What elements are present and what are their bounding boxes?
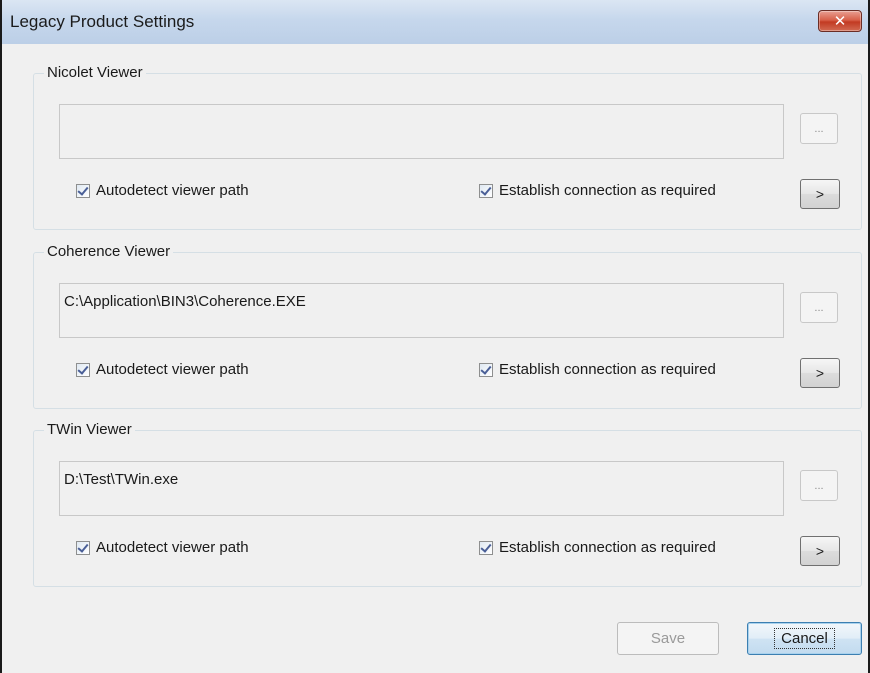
- establish-connection-label: Establish connection as required: [499, 539, 716, 556]
- checkbox-checked-icon[interactable]: [479, 362, 493, 377]
- establish-connection-checkbox[interactable]: Establish connection as required: [479, 539, 716, 556]
- viewer-path-field[interactable]: C:\Application\BIN3\Coherence.EXE: [59, 283, 784, 338]
- close-icon: ✕: [833, 13, 847, 30]
- cancel-button[interactable]: Cancel: [747, 622, 862, 655]
- browse-button[interactable]: ...: [800, 292, 838, 323]
- checkbox-checked-icon[interactable]: [76, 362, 90, 377]
- save-button[interactable]: Save: [617, 622, 719, 655]
- checkbox-checked-icon[interactable]: [479, 540, 493, 555]
- settings-dialog: Legacy Product Settings ✕ Nicolet Viewer…: [0, 0, 870, 673]
- dialog-client-area: Nicolet Viewer ... Autodetect viewer pat…: [2, 44, 868, 673]
- launch-viewer-button[interactable]: >: [800, 536, 840, 566]
- chevron-right-icon: >: [815, 365, 825, 381]
- autodetect-checkbox[interactable]: Autodetect viewer path: [76, 361, 249, 378]
- group-title: Coherence Viewer: [44, 243, 174, 260]
- viewer-path-field[interactable]: [59, 104, 784, 159]
- establish-connection-checkbox[interactable]: Establish connection as required: [479, 361, 716, 378]
- group-nicolet-viewer: Nicolet Viewer ... Autodetect viewer pat…: [33, 64, 862, 230]
- close-button[interactable]: ✕: [818, 10, 862, 32]
- autodetect-label: Autodetect viewer path: [96, 539, 249, 556]
- checkbox-checked-icon[interactable]: [479, 183, 493, 198]
- group-twin-viewer: TWin Viewer D:\Test\TWin.exe ... Autodet…: [33, 421, 862, 587]
- chevron-right-icon: >: [815, 543, 825, 559]
- establish-connection-label: Establish connection as required: [499, 182, 716, 199]
- launch-viewer-button[interactable]: >: [800, 358, 840, 388]
- autodetect-checkbox[interactable]: Autodetect viewer path: [76, 182, 249, 199]
- viewer-path-field[interactable]: D:\Test\TWin.exe: [59, 461, 784, 516]
- browse-button[interactable]: ...: [800, 470, 838, 501]
- launch-viewer-button[interactable]: >: [800, 179, 840, 209]
- chevron-right-icon: >: [815, 186, 825, 202]
- group-title: TWin Viewer: [44, 421, 135, 438]
- window-title: Legacy Product Settings: [10, 12, 195, 31]
- browse-button[interactable]: ...: [800, 113, 838, 144]
- autodetect-label: Autodetect viewer path: [96, 361, 249, 378]
- group-title: Nicolet Viewer: [44, 64, 146, 81]
- autodetect-label: Autodetect viewer path: [96, 182, 249, 199]
- establish-connection-checkbox[interactable]: Establish connection as required: [479, 182, 716, 199]
- cancel-button-label: Cancel: [774, 628, 835, 649]
- group-coherence-viewer: Coherence Viewer C:\Application\BIN3\Coh…: [33, 243, 862, 409]
- establish-connection-label: Establish connection as required: [499, 361, 716, 378]
- checkbox-checked-icon[interactable]: [76, 540, 90, 555]
- checkbox-checked-icon[interactable]: [76, 183, 90, 198]
- title-bar[interactable]: Legacy Product Settings ✕: [2, 0, 868, 44]
- autodetect-checkbox[interactable]: Autodetect viewer path: [76, 539, 249, 556]
